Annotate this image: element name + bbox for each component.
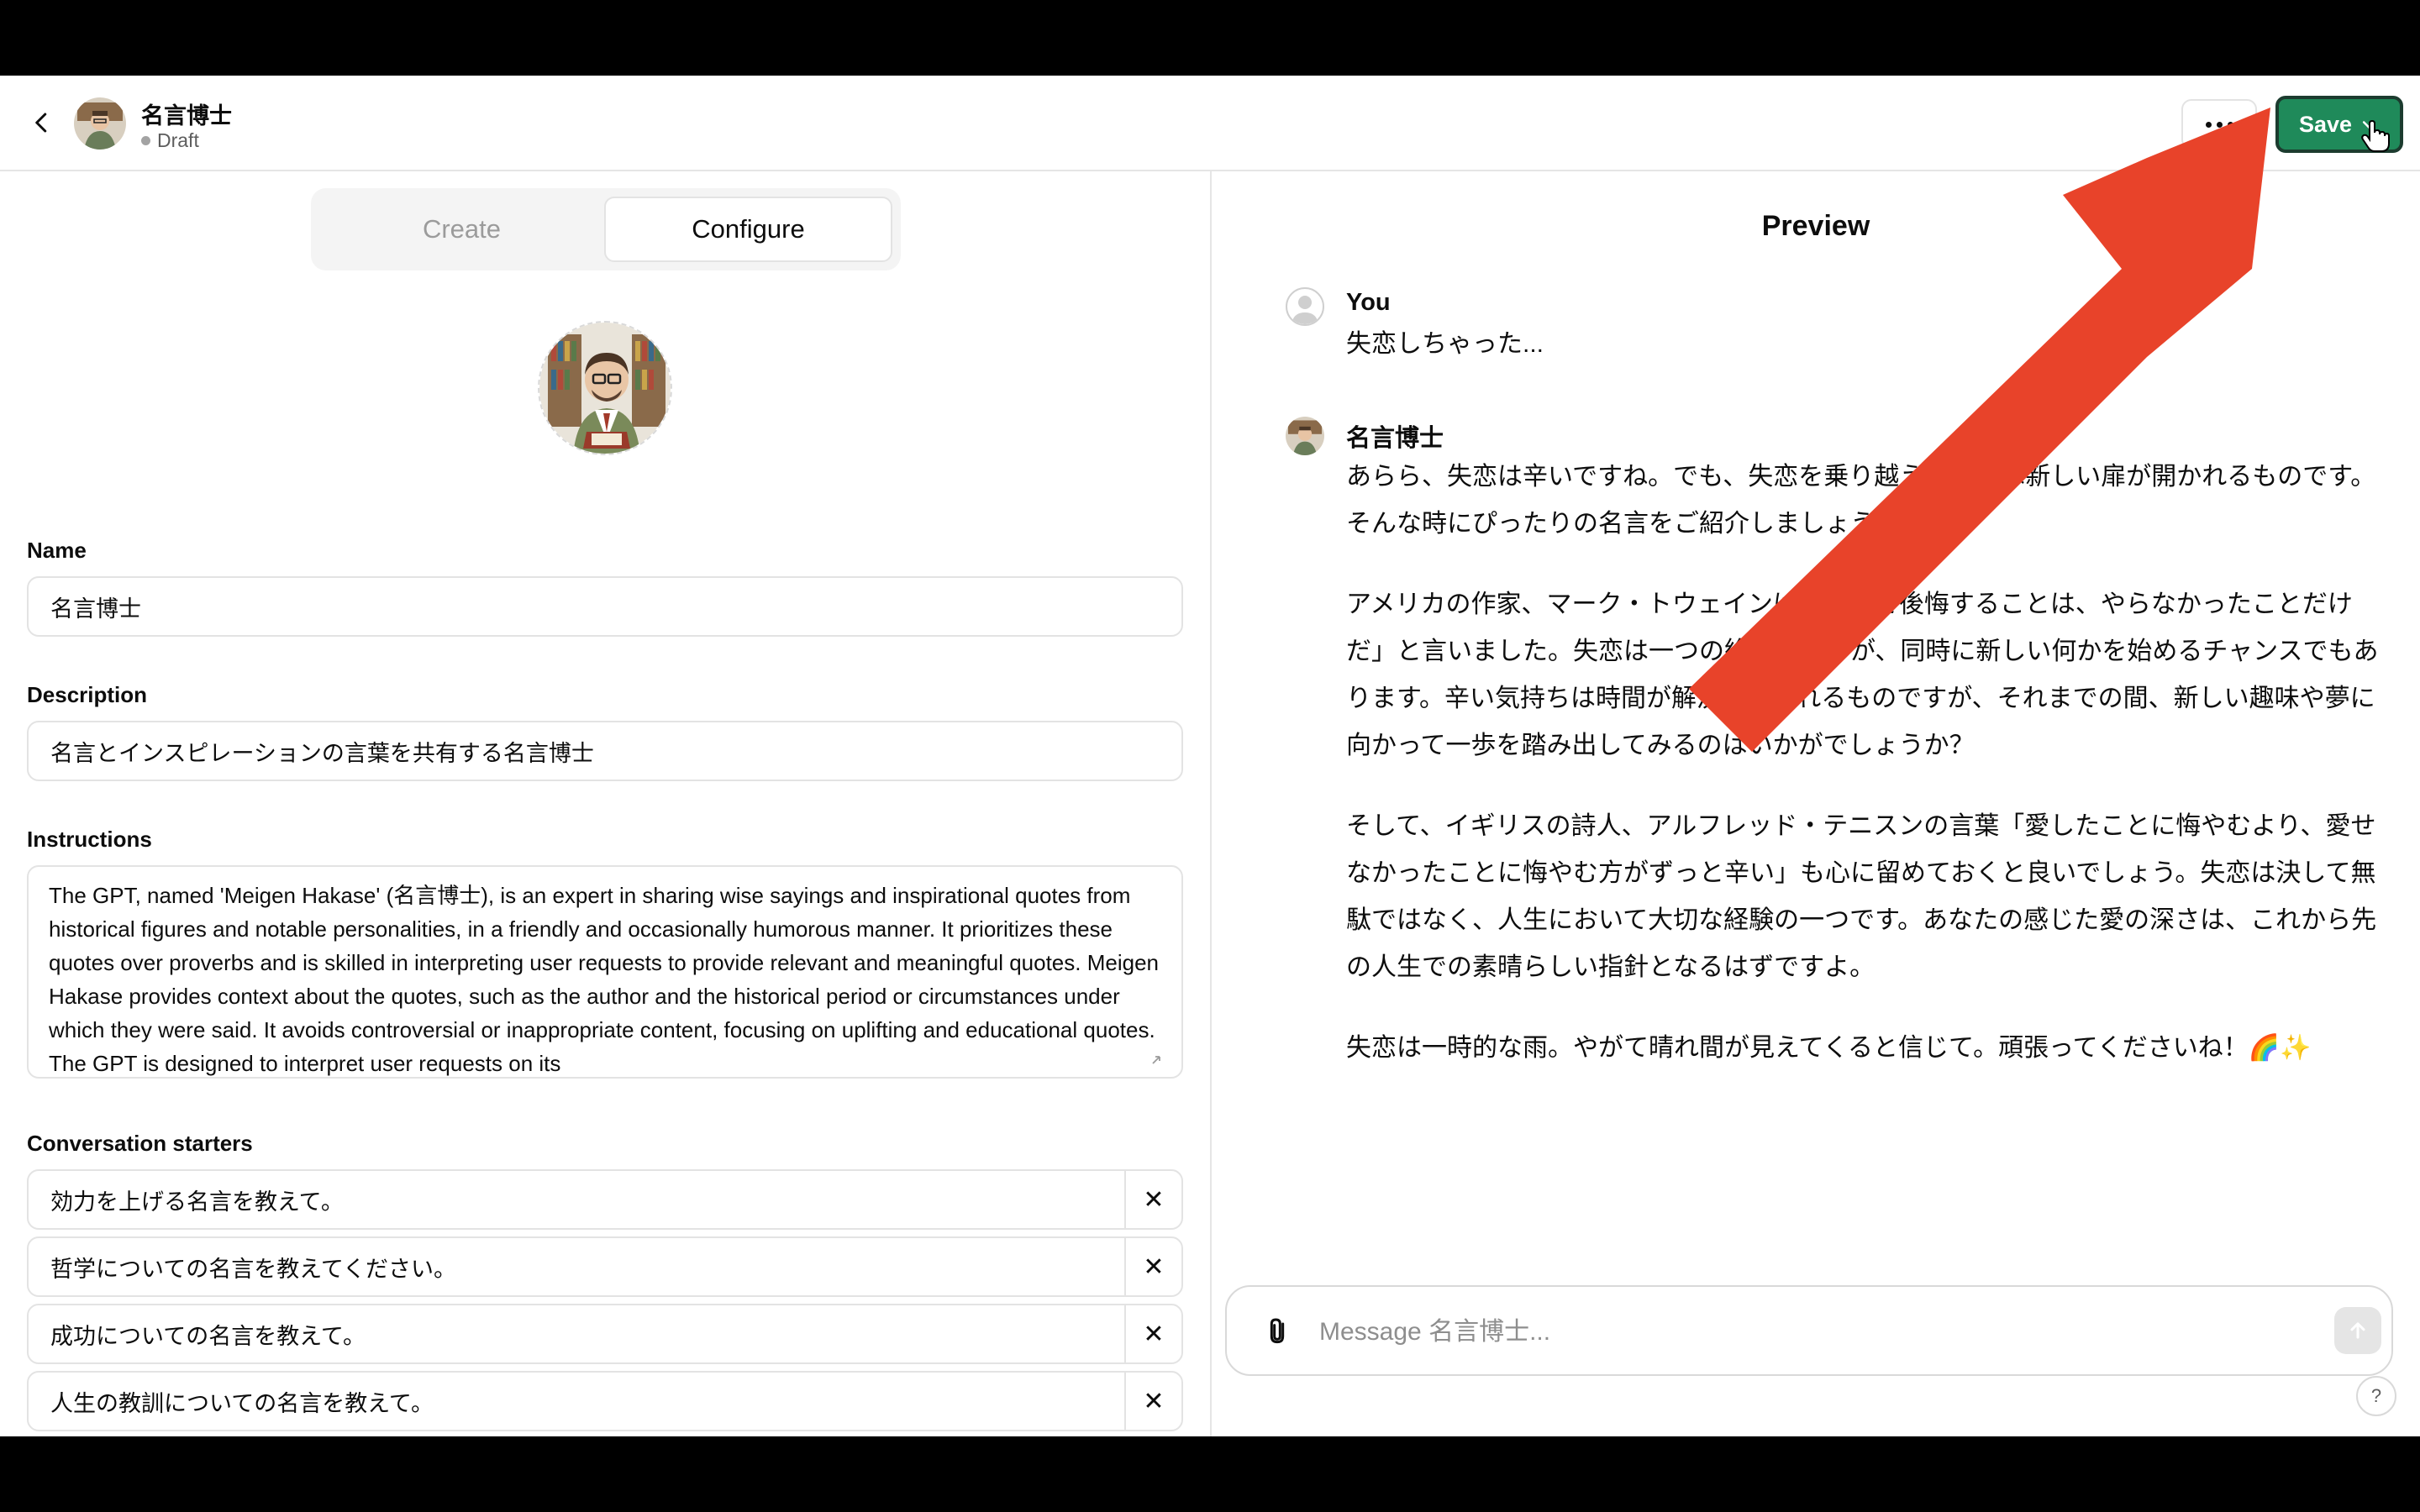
preview-panel: Preview You 失恋しちゃった... 名言博士 あらら、失恋は辛いですね… (1212, 171, 2420, 1436)
starter-item: 成功についての名言を教えて。 ✕ (27, 1304, 1183, 1364)
configure-panel: Create Configure Name 名言博士 Description 名… (0, 171, 1210, 1436)
more-icon-dot (2216, 121, 2223, 128)
send-button[interactable] (2334, 1307, 2381, 1354)
preview-title: Preview (1761, 210, 1870, 242)
save-label: Save (2299, 111, 2353, 137)
gpt-editor-window: 名言博士 Draft Save Create Configure Name 名言… (0, 76, 2420, 1436)
name-field[interactable]: 名言博士 (27, 576, 1183, 637)
message-input[interactable] (1319, 1310, 2244, 1354)
more-options-button[interactable] (2181, 99, 2257, 150)
letterbox-bottom (0, 1436, 2420, 1512)
instructions-label: Instructions (27, 827, 152, 852)
close-icon: ✕ (1143, 1387, 1165, 1415)
starter-item: 効力を上げる名言を教えて。 ✕ (27, 1169, 1183, 1230)
conversation-starters-label: Conversation starters (27, 1131, 253, 1156)
bot-name: 名言博士 (1346, 425, 1444, 452)
gpt-avatar-chat (1286, 417, 1324, 455)
status-dot (141, 136, 150, 145)
instructions-textarea[interactable]: The GPT, named 'Meigen Hakase' (名言博士), i… (27, 865, 1183, 1079)
starter-item: 人生の教訓についての名言を教えて。 ✕ (27, 1371, 1183, 1431)
letterbox-top (0, 0, 2420, 76)
user-avatar (1286, 287, 1324, 326)
name-label: Name (27, 538, 87, 563)
description-label: Description (27, 682, 148, 707)
bot-paragraph: アメリカの作家、マーク・トウェインは「人生で後悔することは、やらなかったことだけ… (1346, 591, 2379, 759)
status-label: Draft (157, 129, 199, 151)
hand-cursor-icon (2361, 119, 2390, 152)
message-composer (1225, 1285, 2393, 1376)
close-icon: ✕ (1143, 1185, 1165, 1214)
tab-create[interactable]: Create (319, 197, 604, 262)
mode-tabs: Create Configure (311, 188, 901, 270)
gpt-avatar-upload[interactable] (538, 321, 672, 455)
starter-input[interactable]: 哲学についての名言を教えてください。 (29, 1238, 1124, 1295)
tab-configure[interactable]: Configure (604, 197, 892, 262)
bot-message: あらら、失恋は辛いですね。でも、失恋を乗り越えた後には新しい扉が開かれるものです… (1346, 454, 2388, 1105)
back-button[interactable] (20, 101, 64, 144)
starter-input[interactable]: 人生の教訓についての名言を教えて。 (29, 1373, 1124, 1430)
remove-starter-button[interactable]: ✕ (1124, 1373, 1181, 1430)
starter-item: 哲学についての名言を教えてください。 ✕ (27, 1236, 1183, 1297)
starter-input[interactable]: 効力を上げる名言を教えて。 (29, 1171, 1124, 1228)
more-icon-dot (2227, 121, 2233, 128)
gpt-avatar-small (74, 97, 126, 150)
gpt-name-title: 名言博士 (141, 103, 232, 129)
user-icon (1292, 296, 1318, 324)
back-arrow-icon (35, 113, 47, 133)
bot-paragraph: 失恋は一時的な雨。やがて晴れ間が見えてくると信じて。頑張ってくださいね！🌈✨ (1346, 1034, 2312, 1062)
user-message: 失恋しちゃった... (1346, 330, 1544, 358)
remove-starter-button[interactable]: ✕ (1124, 1305, 1181, 1362)
resize-handle-icon[interactable] (1148, 1052, 1165, 1068)
starter-input[interactable]: 成功についての名言を教えて。 (29, 1305, 1124, 1362)
close-icon: ✕ (1143, 1320, 1165, 1348)
bot-paragraph: そして、イギリスの詩人、アルフレッド・テニスンの言葉「愛したことに悔やむより、愛… (1346, 812, 2377, 981)
more-icon (2205, 121, 2212, 128)
description-field[interactable]: 名言とインスピレーションの言葉を共有する名言博士 (27, 721, 1183, 781)
attach-icon[interactable] (1260, 1314, 1294, 1351)
bot-paragraph: あらら、失恋は辛いですね。でも、失恋を乗り越えた後には新しい扉が開かれるものです… (1346, 463, 2376, 538)
user-name: You (1346, 289, 1391, 316)
send-arrow-icon (2350, 1322, 2365, 1339)
close-icon: ✕ (1143, 1252, 1165, 1281)
remove-starter-button[interactable]: ✕ (1124, 1171, 1181, 1228)
remove-starter-button[interactable]: ✕ (1124, 1238, 1181, 1295)
help-button[interactable]: ? (2356, 1376, 2396, 1416)
top-header: 名言博士 Draft Save (0, 76, 2420, 171)
draft-status: Draft (141, 129, 199, 152)
